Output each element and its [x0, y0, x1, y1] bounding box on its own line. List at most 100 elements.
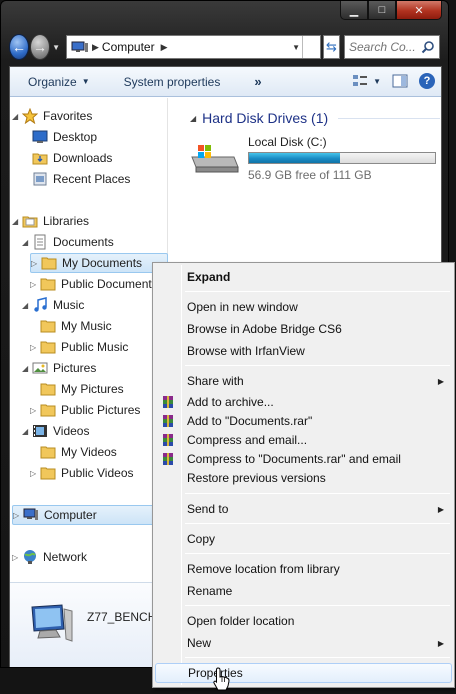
- view-options-chevron-icon[interactable]: ▼: [373, 77, 381, 86]
- menu-label: Send to: [187, 502, 229, 516]
- computer-icon: [71, 41, 88, 52]
- menu-item-copy[interactable]: Copy: [155, 529, 452, 549]
- nav-item-downloads[interactable]: Downloads: [22, 148, 112, 168]
- nav-item-favorites[interactable]: ◢ Favorites: [12, 106, 92, 126]
- address-bar[interactable]: ▶ Computer ▶ ▼: [65, 35, 321, 59]
- drive-name: Local Disk (C:): [248, 135, 327, 149]
- nav-item-network[interactable]: ▷ Network: [12, 547, 87, 567]
- menu-item-remove-location[interactable]: Remove location from library: [155, 559, 452, 579]
- nav-label: Computer: [44, 508, 97, 522]
- recent-places-icon: [33, 172, 47, 186]
- nav-item-public-pictures[interactable]: ▷ Public Pictures: [30, 400, 140, 420]
- nav-item-my-videos[interactable]: My Videos: [30, 442, 117, 462]
- submenu-arrow-icon: ▶: [437, 638, 444, 648]
- organize-button[interactable]: Organize ▼: [28, 75, 90, 89]
- nav-item-computer[interactable]: ▷ Computer: [12, 505, 168, 525]
- menu-item-compress-rar-email[interactable]: Compress to "Documents.rar" and email: [155, 449, 452, 469]
- expand-arrow-icon[interactable]: ▷: [30, 469, 40, 478]
- nav-item-music[interactable]: ◢ Music: [22, 295, 84, 315]
- computer-name: Z77_BENCH: [87, 610, 157, 624]
- breadcrumb-arrow-icon[interactable]: ▶: [92, 42, 99, 53]
- menu-item-compress-email[interactable]: Compress and email...: [155, 430, 452, 450]
- folder-icon: [40, 404, 56, 417]
- hard-disk-drives-group-header[interactable]: ◢ Hard Disk Drives (1): [190, 110, 440, 126]
- nav-label: My Music: [61, 319, 112, 333]
- more-commands-button[interactable]: »: [254, 74, 261, 89]
- breadcrumb-computer[interactable]: Computer: [102, 40, 155, 54]
- menu-item-add-archive[interactable]: Add to archive...: [155, 392, 452, 412]
- refresh-button[interactable]: ⇆: [322, 35, 340, 59]
- nav-item-public-music[interactable]: ▷ Public Music: [30, 337, 128, 357]
- back-button[interactable]: ←: [9, 34, 30, 60]
- nav-item-my-music[interactable]: My Music: [30, 316, 112, 336]
- nav-item-public-videos[interactable]: ▷ Public Videos: [30, 463, 134, 483]
- menu-item-new[interactable]: New ▶: [155, 633, 452, 653]
- expand-arrow-icon[interactable]: ▷: [30, 343, 40, 352]
- address-go-area: [301, 36, 320, 58]
- computer-large-icon: [31, 604, 73, 642]
- nav-label: Videos: [53, 424, 90, 438]
- preview-pane-icon[interactable]: [391, 72, 409, 90]
- expand-arrow-icon[interactable]: ▷: [12, 553, 22, 562]
- collapse-arrow-icon[interactable]: ◢: [12, 112, 22, 121]
- music-icon: [34, 297, 47, 312]
- nav-item-recent-places[interactable]: Recent Places: [22, 169, 130, 189]
- nav-item-libraries[interactable]: ◢ Libraries: [12, 211, 89, 231]
- menu-label: Browse with IrfanView: [187, 344, 305, 358]
- nav-item-documents[interactable]: ◢ Documents: [22, 232, 114, 252]
- nav-label: Desktop: [53, 130, 98, 144]
- system-properties-button[interactable]: System properties: [124, 75, 221, 89]
- menu-item-browse-bridge[interactable]: Browse in Adobe Bridge CS6: [155, 319, 452, 339]
- nav-item-videos[interactable]: ◢ Videos: [22, 421, 89, 441]
- winrar-icon: [163, 396, 173, 408]
- close-button[interactable]: ✕: [396, 1, 442, 20]
- help-icon[interactable]: ?: [419, 73, 435, 89]
- menu-item-properties[interactable]: Properties: [155, 663, 452, 683]
- menu-item-expand[interactable]: Expand: [155, 267, 452, 287]
- nav-label: Public Documents: [61, 277, 158, 291]
- menu-separator: [185, 553, 450, 554]
- nav-item-my-documents[interactable]: ▷ My Documents: [30, 253, 168, 273]
- address-history-chevron-icon[interactable]: ▼: [292, 43, 300, 52]
- menu-item-rename[interactable]: Rename: [155, 581, 452, 601]
- expand-arrow-icon[interactable]: ▷: [30, 280, 40, 289]
- menu-item-add-documents-rar[interactable]: Add to "Documents.rar": [155, 411, 452, 431]
- nav-item-public-documents[interactable]: ▷ Public Documents: [30, 274, 158, 294]
- menu-item-open-folder-location[interactable]: Open folder location: [155, 611, 452, 631]
- collapse-arrow-icon[interactable]: ◢: [22, 427, 32, 436]
- menu-item-browse-irfanview[interactable]: Browse with IrfanView: [155, 341, 452, 361]
- context-menu: Expand Open in new window Browse in Adob…: [152, 262, 455, 688]
- maximize-button[interactable]: □: [368, 1, 396, 20]
- recent-pages-dropdown-icon[interactable]: ▼: [52, 43, 60, 52]
- collapse-arrow-icon[interactable]: ◢: [22, 301, 32, 310]
- expand-arrow-icon[interactable]: ▷: [13, 511, 23, 520]
- minimize-button[interactable]: ▁: [340, 1, 368, 20]
- collapse-arrow-icon[interactable]: ◢: [22, 364, 32, 373]
- search-box[interactable]: [344, 35, 440, 59]
- nav-item-my-pictures[interactable]: My Pictures: [30, 379, 124, 399]
- menu-item-send-to[interactable]: Send to ▶: [155, 499, 452, 519]
- menu-label: Rename: [187, 584, 233, 598]
- collapse-arrow-icon[interactable]: ◢: [22, 238, 32, 247]
- nav-label: Downloads: [53, 151, 113, 165]
- search-icon[interactable]: [421, 40, 435, 54]
- expand-arrow-icon[interactable]: ▷: [30, 406, 40, 415]
- triangle-collapse-icon[interactable]: ◢: [190, 114, 196, 123]
- organize-label: Organize: [28, 74, 77, 89]
- nav-item-pictures[interactable]: ◢ Pictures: [22, 358, 96, 378]
- desktop-icon: [32, 130, 48, 143]
- expand-arrow-icon[interactable]: ▷: [31, 259, 41, 268]
- menu-label: Restore previous versions: [187, 471, 326, 485]
- menu-item-share-with[interactable]: Share with ▶: [155, 371, 452, 391]
- collapse-arrow-icon[interactable]: ◢: [12, 217, 22, 226]
- command-bar: Organize ▼ System properties » ▼ ?: [10, 67, 441, 97]
- computer-icon: [23, 508, 38, 520]
- menu-item-restore-previous[interactable]: Restore previous versions: [155, 468, 452, 488]
- menu-item-open-new-window[interactable]: Open in new window: [155, 297, 452, 317]
- menu-label: Browse in Adobe Bridge CS6: [187, 322, 342, 336]
- forward-button[interactable]: →: [30, 34, 51, 60]
- change-view-icon[interactable]: [351, 72, 369, 90]
- submenu-arrow-icon: ▶: [437, 376, 444, 386]
- nav-item-desktop[interactable]: Desktop: [22, 127, 97, 147]
- breadcrumb-arrow-icon[interactable]: ▶: [161, 42, 168, 53]
